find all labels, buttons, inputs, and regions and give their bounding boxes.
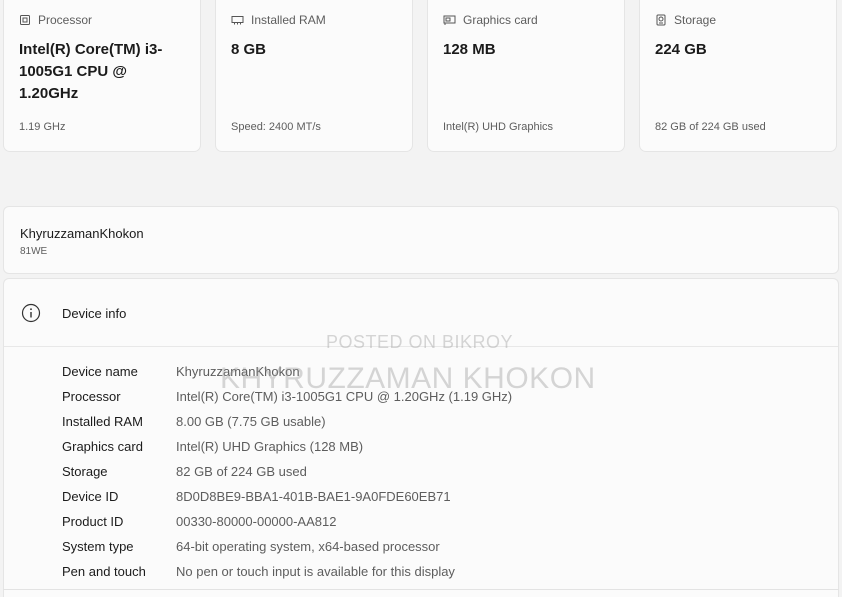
ram-card[interactable]: Installed RAM 8 GB Speed: 2400 MT/s (215, 0, 413, 152)
spec-label: Device name (62, 364, 138, 379)
spec-row: Installed RAM 8.00 GB (7.75 GB usable) (62, 409, 512, 434)
spec-value: Intel(R) Core(TM) i3-1005G1 CPU @ 1.20GH… (176, 389, 513, 404)
spec-value: 82 GB of 224 GB used (176, 464, 307, 479)
spec-label: Product ID (62, 514, 124, 529)
device-info-title: Device info (62, 306, 127, 321)
ram-icon (231, 14, 244, 26)
graphics-card-sub: Intel(R) UHD Graphics (443, 121, 554, 133)
spec-value: No pen or touch input is available for t… (176, 564, 455, 579)
processor-card-value: Intel(R) Core(TM) i3-1005G1 CPU @ 1.20GH… (19, 41, 163, 102)
spec-value: 8D0D8BE9-BBA1-401B-BAE1-9A0FDE60EB71 (176, 489, 451, 504)
graphics-card-value: 128 MB (443, 41, 496, 58)
graphics-card-icon (443, 14, 456, 26)
spec-row: Pen and touch No pen or touch input is av… (62, 559, 512, 584)
ram-card-sub: Speed: 2400 MT/s (231, 121, 321, 133)
spec-cards: Processor Intel(R) Core(TM) i3-1005G1 CP… (3, 0, 839, 152)
spec-label: Pen and touch (62, 564, 146, 579)
spec-label: Processor (62, 389, 121, 404)
info-icon (21, 303, 41, 328)
spec-value: 64-bit operating system, x64-based proce… (176, 539, 440, 554)
spec-value: 00330-80000-00000-AA812 (176, 514, 337, 529)
spec-row: Processor Intel(R) Core(TM) i3-1005G1 CPU… (62, 384, 512, 409)
ram-card-value: 8 GB (231, 41, 267, 58)
spec-row: System type 64-bit operating system, x64-… (62, 534, 512, 559)
spec-row: Device name KhyruzzamanKhokon (62, 359, 512, 384)
ram-card-title: Installed RAM (251, 13, 326, 27)
spec-label: Device ID (62, 489, 119, 504)
device-info-panel: Device info Device name KhyruzzamanKhokon… (3, 278, 839, 597)
spec-label: System type (62, 539, 134, 554)
processor-card-sub: 1.19 GHz (19, 121, 66, 133)
storage-icon (655, 14, 667, 26)
spec-row: Device ID 8D0D8BE9-BBA1-401B-BAE1-9A0FDE6… (62, 484, 512, 509)
spec-label: Installed RAM (62, 414, 143, 429)
spec-label: Storage (62, 464, 108, 479)
storage-card[interactable]: Storage 224 GB 82 GB of 224 GB used (639, 0, 837, 152)
spec-row: Product ID 00330-80000-00000-AA812 (62, 509, 512, 534)
spec-label: Graphics card (62, 439, 143, 454)
processor-card[interactable]: Processor Intel(R) Core(TM) i3-1005G1 CP… (3, 0, 201, 152)
spec-row: Graphics card Intel(R) UHD Graphics (128 … (62, 434, 512, 459)
storage-card-value: 224 GB (655, 41, 707, 58)
device-info-header[interactable]: Device info (4, 279, 838, 347)
storage-card-title: Storage (674, 13, 717, 27)
spec-value: 8.00 GB (7.75 GB usable) (176, 414, 326, 429)
spec-row: Storage 82 GB of 224 GB used (62, 459, 512, 484)
spec-value: KhyruzzamanKhokon (176, 364, 300, 379)
device-name: KhyruzzamanKhokon (20, 226, 144, 241)
graphics-card-title: Graphics card (463, 13, 538, 27)
device-model: 81WE (20, 246, 48, 257)
storage-card-sub: 82 GB of 224 GB used (655, 121, 766, 133)
processor-card-title: Processor (38, 13, 93, 27)
divider (3, 589, 839, 590)
processor-icon (19, 14, 31, 26)
graphics-card-card[interactable]: Graphics card 128 MB Intel(R) UHD Graphi… (427, 0, 625, 152)
device-name-card: KhyruzzamanKhokon 81WE (3, 206, 839, 274)
spec-value: Intel(R) UHD Graphics (128 MB) (176, 439, 364, 454)
device-spec-list: Device name KhyruzzamanKhokon Processor In… (62, 359, 512, 584)
